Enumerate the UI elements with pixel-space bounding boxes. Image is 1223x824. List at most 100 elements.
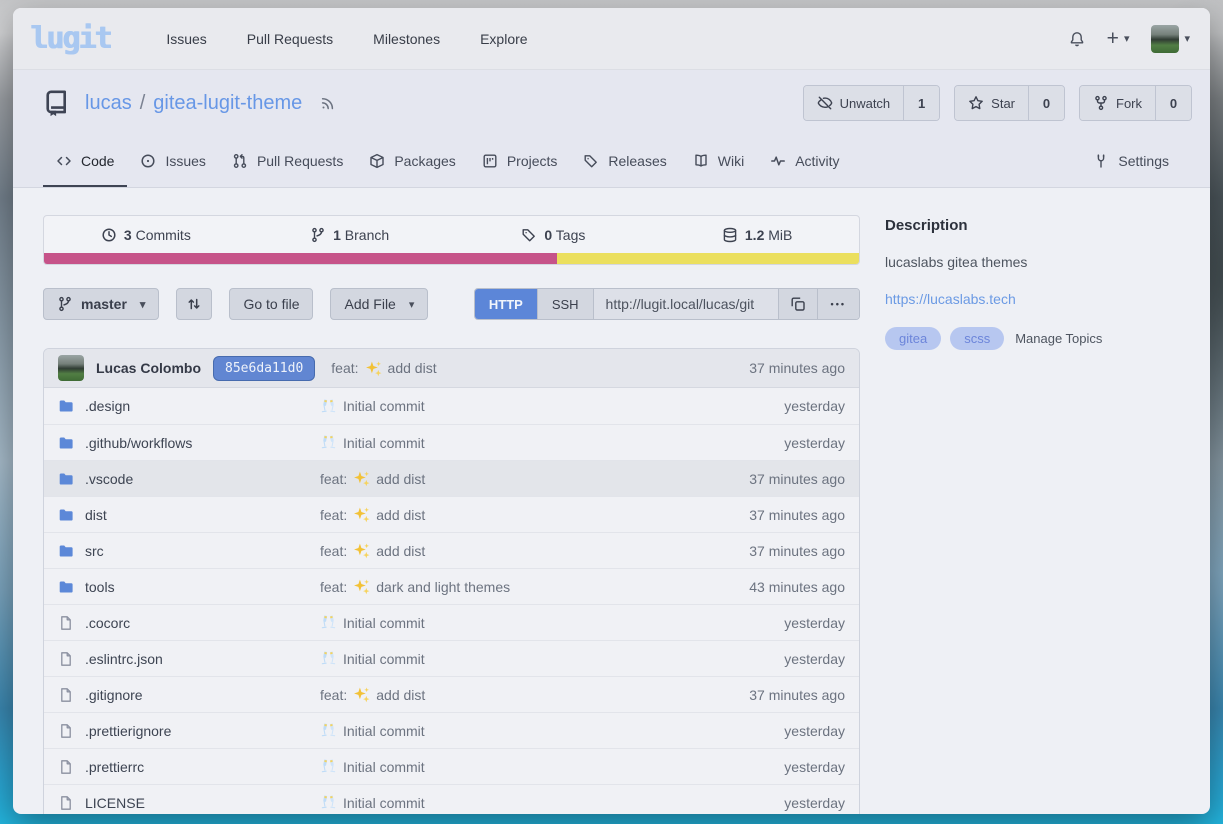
file-row-cocorc[interactable]: .cocorc Initial commit yesterday: [44, 604, 859, 640]
commit-message-link[interactable]: add dist: [388, 360, 437, 376]
pr-icon: [232, 153, 248, 169]
stat-text: 1.2 MiB: [745, 227, 792, 243]
file-name-link[interactable]: .vscode: [85, 471, 133, 487]
tab-packages[interactable]: Packages: [356, 136, 468, 187]
navbar-item-issues[interactable]: Issues: [166, 31, 206, 47]
file-name-link[interactable]: .prettierrc: [85, 759, 144, 775]
branch-selector[interactable]: master ▾: [43, 288, 159, 320]
tab-pull-requests[interactable]: Pull Requests: [219, 136, 356, 187]
commit-message-link[interactable]: Initial commit: [343, 651, 425, 667]
file-name-link[interactable]: .gitignore: [85, 687, 143, 703]
stat-tags[interactable]: 0 Tags: [452, 227, 656, 243]
file-commit-message: Initial commit: [320, 758, 784, 775]
user-menu[interactable]: ▾: [1151, 25, 1190, 53]
file-row-dist[interactable]: dist feat: add dist 37 minutes ago: [44, 496, 859, 532]
commit-message-link[interactable]: Initial commit: [343, 398, 425, 414]
file-row-github-workflows[interactable]: .github/workflows Initial commit yesterd…: [44, 424, 859, 460]
repo-tabs: Code Issues Pull Requests Packages Proje…: [13, 136, 1210, 188]
file-name-link[interactable]: LICENSE: [85, 795, 145, 811]
tab-projects[interactable]: Projects: [469, 136, 571, 187]
file-row-src[interactable]: src feat: add dist 37 minutes ago: [44, 532, 859, 568]
fork-count[interactable]: 0: [1155, 86, 1191, 120]
repo-name-link[interactable]: gitea-lugit-theme: [153, 92, 302, 115]
fork-button[interactable]: Fork: [1080, 86, 1155, 120]
commit-message-link[interactable]: add dist: [376, 471, 425, 487]
navbar-item-explore[interactable]: Explore: [480, 31, 527, 47]
stat-branch[interactable]: 1 Branch: [248, 227, 452, 243]
file-commit-date: yesterday: [784, 723, 845, 739]
language-segment-1[interactable]: [44, 253, 557, 264]
commit-message-link[interactable]: add dist: [376, 687, 425, 703]
clone-http-button[interactable]: HTTP: [475, 289, 537, 319]
commit-author-avatar[interactable]: [58, 355, 84, 381]
tab-settings[interactable]: Settings: [1080, 136, 1182, 187]
bell-icon[interactable]: [1069, 31, 1085, 47]
repo-owner-link[interactable]: lucas: [85, 92, 132, 115]
language-bar[interactable]: [44, 253, 859, 264]
repo-actions: Unwatch 1 Star 0 Fork 0: [803, 85, 1192, 121]
tab-wiki[interactable]: Wiki: [680, 136, 757, 187]
website-link[interactable]: https://lucaslabs.tech: [885, 291, 1192, 307]
clone-url-input[interactable]: [594, 296, 778, 312]
commit-message-link[interactable]: Initial commit: [343, 723, 425, 739]
file-row-design[interactable]: .design Initial commit yesterday: [44, 388, 859, 424]
file-name-link[interactable]: .prettierignore: [85, 723, 171, 739]
file-name-link[interactable]: dist: [85, 507, 107, 523]
clone-ssh-button[interactable]: SSH: [537, 289, 593, 319]
add-file-button[interactable]: Add File ▾: [330, 288, 428, 320]
file-name-link[interactable]: .eslintrc.json: [85, 651, 163, 667]
commit-message-link[interactable]: Initial commit: [343, 615, 425, 631]
repo-toolbar: master ▾ Go to file Add File ▾ HTTP SSH: [43, 288, 860, 320]
unwatch-count[interactable]: 1: [903, 86, 939, 120]
file-commit-date: yesterday: [784, 795, 845, 811]
copy-url-button[interactable]: [778, 289, 817, 319]
file-name-link[interactable]: .cocorc: [85, 615, 130, 631]
file-row-vscode[interactable]: .vscode feat: add dist 37 minutes ago: [44, 460, 859, 496]
file-name-link[interactable]: src: [85, 543, 104, 559]
star-button[interactable]: Star: [955, 86, 1028, 120]
file-row-eslintrc-json[interactable]: .eslintrc.json Initial commit yesterday: [44, 640, 859, 676]
file-row-tools[interactable]: tools feat: dark and light themes 43 min…: [44, 568, 859, 604]
tab-issues[interactable]: Issues: [127, 136, 218, 187]
tab-code[interactable]: Code: [43, 136, 127, 187]
topic-scss[interactable]: scss: [950, 327, 1004, 350]
star-count[interactable]: 0: [1028, 86, 1064, 120]
navbar-item-pull-requests[interactable]: Pull Requests: [247, 31, 333, 47]
tab-activity[interactable]: Activity: [757, 136, 852, 187]
file-name-link[interactable]: tools: [85, 579, 115, 595]
stat-commits[interactable]: 3 Commits: [44, 227, 248, 243]
package-icon: [369, 153, 385, 169]
navbar-item-milestones[interactable]: Milestones: [373, 31, 440, 47]
topic-gitea[interactable]: gitea: [885, 327, 941, 350]
manage-topics-link[interactable]: Manage Topics: [1015, 331, 1102, 346]
unwatch-button[interactable]: Unwatch: [804, 86, 904, 120]
compare-button[interactable]: [176, 288, 212, 320]
create-new-button[interactable]: + ▾: [1107, 28, 1130, 49]
tab-releases[interactable]: Releases: [570, 136, 679, 187]
commit-message-link[interactable]: add dist: [376, 507, 425, 523]
commit-hash-badge[interactable]: 85e6da11d0: [213, 356, 315, 381]
file-row-license[interactable]: LICENSE Initial commit yesterday: [44, 784, 859, 814]
commit-message-link[interactable]: Initial commit: [343, 759, 425, 775]
rss-icon[interactable]: [320, 95, 336, 111]
file-row-prettierrc[interactable]: .prettierrc Initial commit yesterday: [44, 748, 859, 784]
file-name-link[interactable]: .github/workflows: [85, 435, 192, 451]
database-icon: [722, 227, 738, 243]
commit-message-link[interactable]: Initial commit: [343, 435, 425, 451]
file-row-prettierignore[interactable]: .prettierignore Initial commit yesterday: [44, 712, 859, 748]
file-row-gitignore[interactable]: .gitignore feat: add dist 37 minutes ago: [44, 676, 859, 712]
tab-label: Releases: [608, 153, 666, 169]
file-commit-message: Initial commit: [320, 434, 784, 451]
file-name-link[interactable]: .design: [85, 398, 130, 414]
commit-message-link[interactable]: dark and light themes: [376, 579, 510, 595]
go-to-file-button[interactable]: Go to file: [229, 288, 313, 320]
folder-icon: [58, 435, 74, 451]
commit-author-name[interactable]: Lucas Colombo: [96, 360, 201, 376]
file-commit-message: feat: add dist: [320, 686, 749, 703]
commit-message-link[interactable]: add dist: [376, 543, 425, 559]
more-clone-options-button[interactable]: •••: [817, 289, 859, 319]
language-segment-2[interactable]: [557, 253, 859, 264]
stat-mib[interactable]: 1.2 MiB: [655, 227, 859, 243]
app-logo[interactable]: lugit: [30, 21, 110, 56]
commit-message-link[interactable]: Initial commit: [343, 795, 425, 811]
